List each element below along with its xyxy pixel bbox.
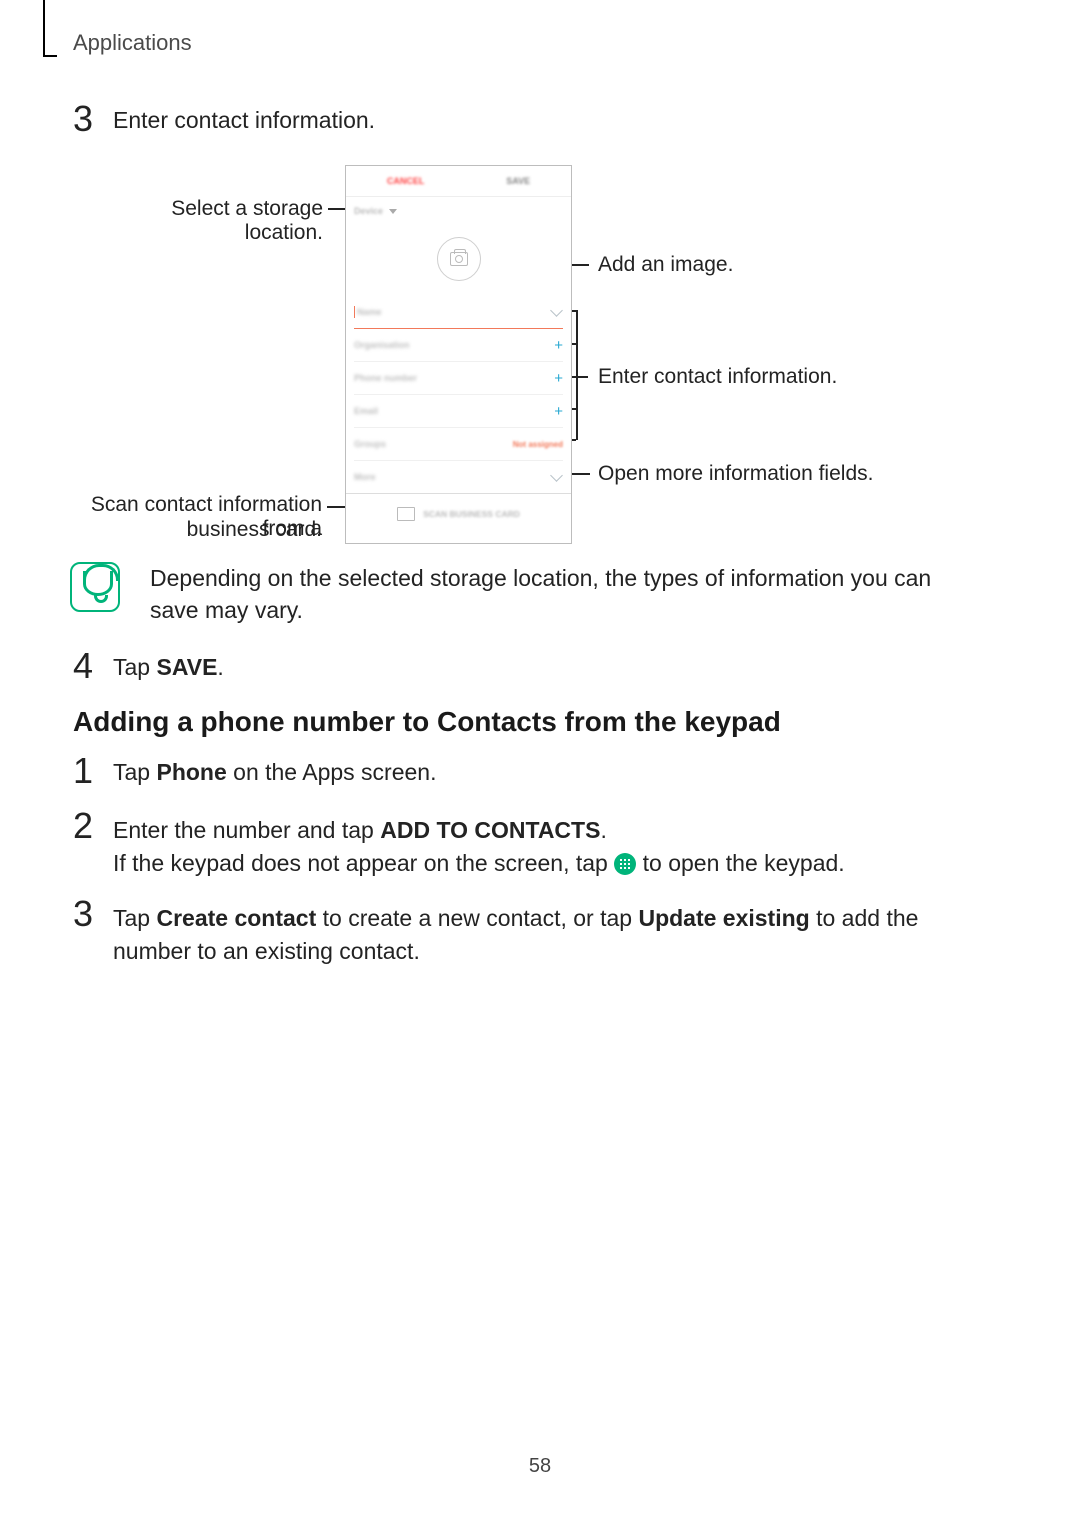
name-placeholder: Name (357, 307, 382, 317)
phone-number-field[interactable]: Phone number + (354, 362, 563, 395)
callout-storage: Select a storage location. (90, 197, 323, 245)
lead-storage (328, 208, 346, 210)
more-label: More (354, 472, 376, 482)
callout-add-image: Add an image. (598, 253, 733, 277)
cancel-button[interactable]: CANCEL (387, 176, 425, 186)
plus-icon[interactable]: + (554, 404, 563, 419)
save-button-top[interactable]: SAVE (506, 176, 530, 186)
list-2-text: Enter the number and tap ADD TO CONTACTS… (113, 814, 993, 881)
chevron-down-icon (550, 469, 563, 482)
keypad-icon (614, 853, 636, 875)
camera-icon (450, 252, 468, 266)
organisation-placeholder: Organisation (354, 340, 410, 350)
lead-enter-info (576, 376, 588, 378)
header-gutter-mark (43, 0, 57, 57)
chevron-down-icon (550, 304, 563, 317)
email-placeholder: Email (354, 406, 378, 416)
step-3-number: 3 (73, 98, 93, 140)
step-4-text: Tap SAVE. (113, 654, 224, 681)
callout-scan-line2: business card. (72, 518, 322, 542)
list-3-number: 3 (73, 893, 93, 935)
email-field[interactable]: Email + (354, 395, 563, 428)
storage-dropdown[interactable]: Device (346, 197, 571, 221)
note-callout: Depending on the selected storage locati… (70, 562, 980, 626)
plus-icon[interactable]: + (554, 338, 563, 353)
groups-field[interactable]: Groups Not assigned (354, 428, 563, 461)
phone-placeholder: Phone number (354, 373, 417, 383)
chevron-down-icon (389, 209, 397, 214)
storage-label: Device (354, 206, 383, 216)
groups-label: Groups (354, 439, 386, 449)
bracket-v (576, 310, 578, 440)
list-3-text: Tap Create contact to create a new conta… (113, 902, 993, 969)
phone-mock: CANCEL SAVE Device Name Organisation + P… (345, 165, 572, 544)
name-field[interactable]: Name (354, 296, 563, 329)
scan-business-card-button[interactable]: SCAN BUSINESS CARD (346, 493, 571, 534)
list-1-text: Tap Phone on the Apps screen. (113, 759, 436, 786)
page-header: Applications (73, 30, 192, 56)
callout-enter-info: Enter contact information. (598, 365, 837, 389)
groups-value: Not assigned (513, 440, 563, 449)
note-text: Depending on the selected storage locati… (150, 562, 980, 626)
section-heading: Adding a phone number to Contacts from t… (73, 706, 781, 738)
plus-icon[interactable]: + (554, 371, 563, 386)
scan-label: SCAN BUSINESS CARD (423, 509, 520, 519)
more-field[interactable]: More (354, 461, 563, 493)
organisation-field[interactable]: Organisation + (354, 329, 563, 362)
add-photo-button[interactable] (437, 237, 481, 281)
page-number: 58 (0, 1455, 1080, 1478)
list-2-number: 2 (73, 805, 93, 847)
bell-icon (70, 562, 120, 612)
callout-open-more: Open more information fields. (598, 462, 873, 486)
step-4-number: 4 (73, 645, 93, 687)
step-3-text: Enter contact information. (113, 107, 375, 134)
list-1-number: 1 (73, 750, 93, 792)
card-icon (397, 507, 415, 521)
